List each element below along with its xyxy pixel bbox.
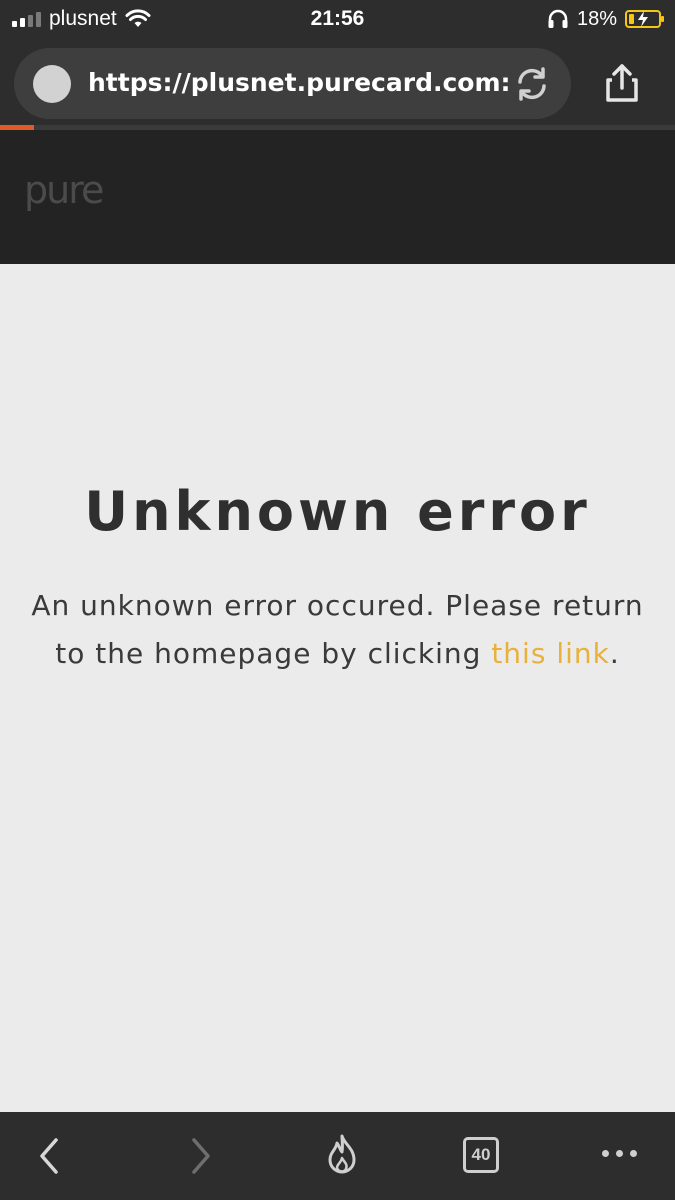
- status-bar: plusnet 21:56 18%: [0, 0, 675, 40]
- more-icon[interactable]: [602, 1150, 637, 1157]
- battery-charging-icon: [625, 10, 664, 28]
- charging-bolt-icon: [638, 11, 648, 27]
- error-page: Unknown error An unknown error occured. …: [0, 264, 675, 1112]
- tabs-icon[interactable]: 40: [463, 1137, 499, 1173]
- headphones-icon: [548, 9, 568, 28]
- browser-toolbar: https://plusnet.purecard.com:4...: [0, 40, 675, 130]
- forward-icon[interactable]: [178, 1134, 222, 1178]
- back-icon[interactable]: [28, 1134, 72, 1178]
- error-message: An unknown error occured. Please return …: [28, 582, 647, 678]
- error-title: Unknown error: [84, 480, 591, 543]
- flame-icon[interactable]: [320, 1134, 364, 1178]
- battery-percent: 18%: [576, 7, 617, 30]
- address-bar[interactable]: https://plusnet.purecard.com:4...: [14, 48, 571, 119]
- site-logo[interactable]: pure: [24, 168, 104, 212]
- error-message-end: .: [609, 637, 620, 670]
- bottom-toolbar: 40: [0, 1112, 675, 1200]
- url-text[interactable]: https://plusnet.purecard.com:4...: [88, 68, 508, 97]
- reload-icon[interactable]: [512, 64, 552, 104]
- share-icon[interactable]: [600, 62, 644, 106]
- battery-fill: [629, 14, 634, 24]
- site-icon[interactable]: [33, 65, 71, 103]
- site-header: pure: [0, 130, 675, 264]
- phone-screen: plusnet 21:56 18% https://plusnet.pureca…: [0, 0, 675, 1200]
- homepage-link[interactable]: this link: [491, 637, 610, 670]
- status-right: 18%: [547, 6, 664, 32]
